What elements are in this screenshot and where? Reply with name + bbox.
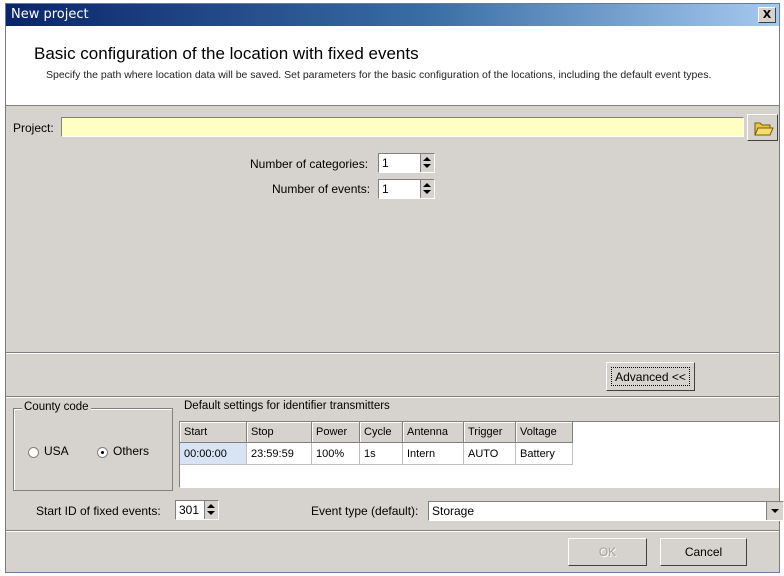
- wizard-header: Basic configuration of the location with…: [6, 26, 779, 106]
- categories-stepper[interactable]: 1: [378, 153, 435, 173]
- page-description: Specify the path where location data wil…: [46, 69, 712, 81]
- ok-button[interactable]: OK: [568, 538, 647, 566]
- project-path-input[interactable]: [61, 117, 744, 137]
- column-header[interactable]: Start: [180, 422, 247, 443]
- title-bar: New project X: [6, 4, 779, 26]
- usa-label[interactable]: USA: [44, 444, 69, 458]
- table-cell[interactable]: 23:59:59: [246, 442, 312, 465]
- table-cell[interactable]: 00:00:00: [180, 442, 247, 465]
- chevron-down-icon[interactable]: [766, 502, 783, 520]
- column-header[interactable]: Stop: [246, 422, 312, 443]
- advanced-label: Advanced <<: [611, 367, 690, 386]
- column-header[interactable]: Trigger: [463, 422, 516, 443]
- page-title: Basic configuration of the location with…: [34, 44, 419, 63]
- cancel-button[interactable]: Cancel: [660, 538, 747, 566]
- close-button[interactable]: X: [758, 7, 776, 23]
- table-cell[interactable]: 1s: [359, 442, 403, 465]
- browse-folder-button[interactable]: [747, 114, 778, 141]
- categories-spin-buttons[interactable]: [420, 154, 434, 172]
- divider: [6, 352, 779, 354]
- defaults-legend: Default settings for identifier transmit…: [182, 400, 392, 412]
- table-cell[interactable]: 100%: [311, 442, 360, 465]
- events-stepper[interactable]: 1: [378, 179, 435, 199]
- table-header-row: Start Stop Power Cycle Antenna Trigger V…: [180, 422, 573, 443]
- usa-radio[interactable]: [28, 447, 39, 458]
- events-spin-buttons[interactable]: [420, 180, 434, 198]
- new-project-dialog: New project X Basic configuration of the…: [5, 3, 784, 573]
- events-value: 1: [382, 182, 389, 196]
- spin-down-icon[interactable]: [207, 511, 215, 515]
- column-header[interactable]: Power: [311, 422, 360, 443]
- spin-down-icon[interactable]: [423, 190, 431, 194]
- spin-up-icon[interactable]: [207, 504, 215, 508]
- event-type-value: Storage: [432, 504, 475, 518]
- spin-up-icon[interactable]: [423, 183, 431, 187]
- start-id-stepper[interactable]: 301: [175, 500, 219, 520]
- table-cell[interactable]: Battery: [515, 442, 573, 465]
- categories-label: Number of categories:: [250, 157, 369, 171]
- advanced-button[interactable]: Advanced <<: [606, 362, 695, 391]
- window-title: New project: [11, 7, 89, 22]
- others-radio[interactable]: [97, 447, 108, 458]
- divider: [6, 396, 779, 398]
- start-id-spin-buttons[interactable]: [204, 501, 218, 519]
- column-header[interactable]: Antenna: [402, 422, 464, 443]
- table-row[interactable]: 00:00:00 23:59:59 100% 1s Intern AUTO Ba…: [180, 442, 573, 465]
- country-code-legend: County code: [22, 401, 91, 413]
- column-header[interactable]: Cycle: [359, 422, 403, 443]
- others-label[interactable]: Others: [113, 444, 149, 458]
- event-type-select[interactable]: Storage: [428, 501, 784, 521]
- divider: [6, 530, 779, 532]
- spin-up-icon[interactable]: [423, 157, 431, 161]
- defaults-table: Start Stop Power Cycle Antenna Trigger V…: [180, 422, 573, 465]
- country-code-group: County code USA Others: [13, 401, 173, 491]
- categories-value: 1: [382, 156, 389, 170]
- project-label: Project:: [13, 121, 54, 135]
- start-id-value: 301: [179, 503, 200, 517]
- table-cell[interactable]: Intern: [402, 442, 464, 465]
- spin-down-icon[interactable]: [423, 164, 431, 168]
- event-type-label: Event type (default):: [311, 504, 419, 518]
- column-header[interactable]: Voltage: [515, 422, 573, 443]
- defaults-grid[interactable]: Start Stop Power Cycle Antenna Trigger V…: [179, 421, 779, 488]
- events-label: Number of events:: [272, 182, 371, 196]
- table-cell[interactable]: AUTO: [463, 442, 516, 465]
- start-id-label: Start ID of fixed events:: [36, 504, 161, 518]
- folder-open-icon: [754, 122, 774, 136]
